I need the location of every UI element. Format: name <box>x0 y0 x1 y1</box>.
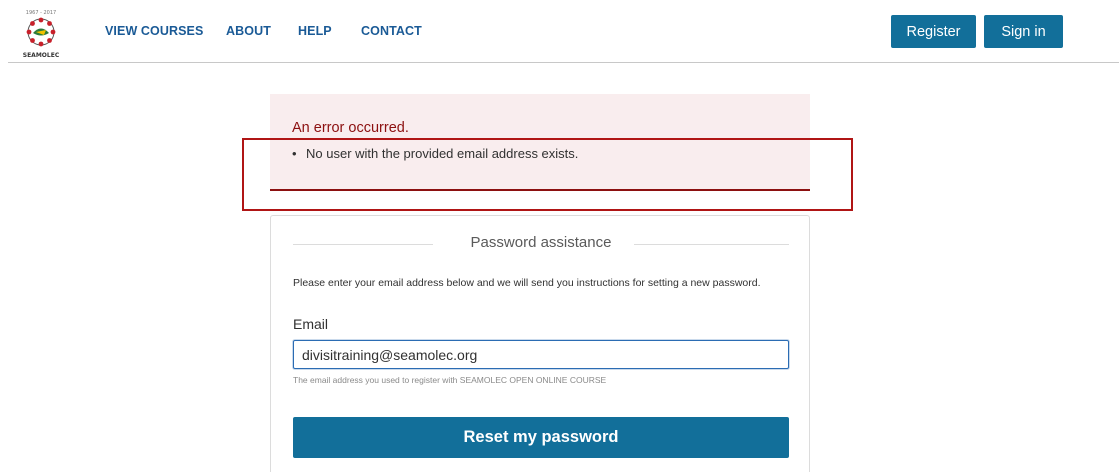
password-reset-form: Password assistance Please enter your em… <box>270 215 810 472</box>
form-legend: Password assistance <box>470 234 612 251</box>
header-divider <box>8 62 1119 63</box>
highlight-annotation <box>242 138 853 211</box>
email-input[interactable] <box>293 340 789 369</box>
site-header: 1967 - 2017 SEAMOLEC VIEW COURSES ABOUT … <box>0 0 1119 63</box>
reset-password-button[interactable]: Reset my password <box>293 417 789 458</box>
email-help-text: The email address you used to register w… <box>293 375 607 385</box>
email-label: Email <box>293 316 329 332</box>
svg-text:SEAMOLEC: SEAMOLEC <box>23 52 60 59</box>
nav-about[interactable]: ABOUT <box>226 24 271 38</box>
svg-text:1967 - 2017: 1967 - 2017 <box>26 10 56 16</box>
sign-in-button[interactable]: Sign in <box>984 15 1063 48</box>
legend-divider-right <box>634 244 789 245</box>
nav-view-courses[interactable]: VIEW COURSES <box>105 24 203 38</box>
register-button[interactable]: Register <box>891 15 976 48</box>
nav-contact[interactable]: CONTACT <box>361 24 422 38</box>
form-instructions: Please enter your email address below an… <box>293 277 761 289</box>
seamolec-logo[interactable]: 1967 - 2017 SEAMOLEC <box>20 8 62 60</box>
error-title: An error occurred. <box>292 120 409 136</box>
nav-help[interactable]: HELP <box>298 24 332 38</box>
